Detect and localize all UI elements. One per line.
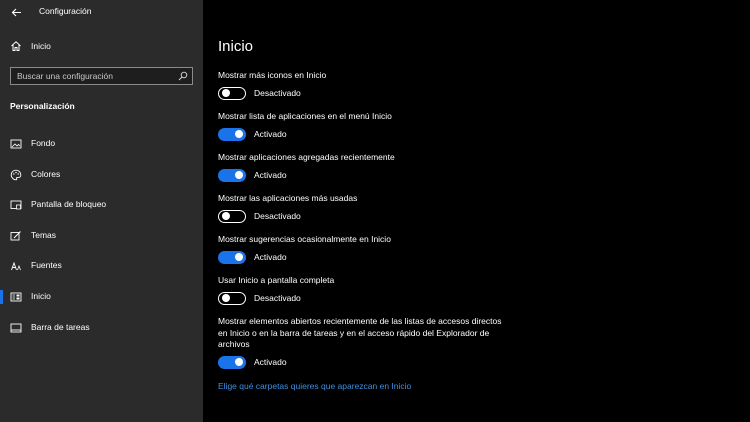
- font-icon: [11, 262, 21, 271]
- sidebar-item-barra-de-tareas[interactable]: Barra de tareas: [0, 313, 203, 344]
- toggle-switch[interactable]: [218, 355, 246, 369]
- choose-folders-link[interactable]: Elige qué carpetas quieres que aparezcan…: [218, 381, 411, 391]
- toggle-row: Desactivado: [218, 86, 518, 101]
- toggle-row: Activado: [218, 127, 518, 142]
- search-icon: [178, 71, 188, 81]
- setting-recent-items: Mostrar elementos abiertos recientemente…: [218, 316, 508, 370]
- toggle-switch[interactable]: [218, 86, 246, 100]
- home-icon: [11, 41, 21, 51]
- title-bar: Configuración: [0, 0, 203, 24]
- main-panel: Inicio Mostrar más iconos en Inicio Desa…: [203, 0, 750, 422]
- toggle-row: Desactivado: [218, 209, 518, 224]
- section-title: Personalización: [10, 101, 75, 111]
- sidebar-item-pantalla-de-bloqueo[interactable]: Pantalla de bloqueo: [0, 190, 203, 221]
- setting-full-screen: Usar Inicio a pantalla completa Desactiv…: [218, 275, 518, 306]
- toggle-knob: [221, 212, 230, 220]
- sidebar-item-label: Inicio: [31, 290, 51, 301]
- sidebar-item-label: Pantalla de bloqueo: [31, 199, 107, 210]
- toggle-switch[interactable]: [218, 291, 246, 305]
- setting-label: Mostrar las aplicaciones más usadas: [218, 193, 358, 203]
- toggle-row: Activado: [218, 168, 518, 183]
- sidebar-home[interactable]: Inicio: [0, 37, 203, 57]
- back-button[interactable]: [8, 4, 24, 20]
- setting-suggestions: Mostrar sugerencias ocasionalmente en In…: [218, 234, 518, 265]
- start-menu-icon: [10, 292, 22, 302]
- page-title: Inicio: [218, 38, 254, 55]
- toggle-row: Desactivado: [218, 291, 518, 306]
- setting-recent-apps: Mostrar aplicaciones agregadas recientem…: [218, 152, 518, 183]
- sidebar-home-label: Inicio: [31, 41, 51, 51]
- toggle-knob: [235, 171, 243, 179]
- toggle-knob: [221, 89, 230, 97]
- sidebar-nav: Fondo Colores Pantalla de bloqueo Temas …: [0, 129, 203, 343]
- toggle-knob: [235, 358, 243, 366]
- toggle-state: Activado: [254, 356, 287, 367]
- sidebar-item-label: Colores: [31, 168, 61, 179]
- toggle-switch[interactable]: [218, 209, 246, 223]
- toggle-knob: [221, 294, 230, 302]
- toggle-state: Activado: [254, 251, 287, 262]
- image-icon: [10, 139, 22, 149]
- sidebar-item-temas[interactable]: Temas: [0, 221, 203, 252]
- toggle-row: Activado: [218, 250, 518, 265]
- setting-label: Mostrar aplicaciones agregadas recientem…: [218, 152, 395, 162]
- toggle-switch[interactable]: [218, 168, 246, 182]
- sidebar-item-inicio[interactable]: Inicio: [0, 282, 203, 313]
- sidebar-item-label: Fuentes: [31, 260, 62, 271]
- setting-more-icons: Mostrar más iconos en Inicio Desactivado: [218, 70, 518, 101]
- search-input[interactable]: [17, 70, 167, 82]
- brush-icon: [10, 230, 21, 241]
- back-arrow-icon: [11, 8, 21, 16]
- toggle-state: Desactivado: [254, 210, 301, 221]
- search-box[interactable]: [10, 67, 193, 85]
- lock-screen-icon: [10, 200, 22, 210]
- setting-most-used: Mostrar las aplicaciones más usadas Desa…: [218, 193, 518, 224]
- toggle-row: Activado: [218, 355, 508, 370]
- app-title: Configuración: [39, 6, 92, 16]
- toggle-state: Activado: [254, 169, 287, 180]
- setting-app-list: Mostrar lista de aplicaciones en el menú…: [218, 111, 518, 142]
- toggle-state: Desactivado: [254, 292, 301, 303]
- toggle-switch[interactable]: [218, 127, 246, 141]
- setting-label: Usar Inicio a pantalla completa: [218, 275, 335, 285]
- setting-label: Mostrar elementos abiertos recientemente…: [218, 316, 502, 349]
- palette-icon: [10, 169, 22, 180]
- sidebar-item-fondo[interactable]: Fondo: [0, 129, 203, 160]
- sidebar: Configuración Inicio Personalización Fon…: [0, 0, 203, 422]
- sidebar-item-label: Barra de tareas: [31, 321, 90, 332]
- toggle-knob: [235, 130, 243, 138]
- toggle-state: Activado: [254, 128, 287, 139]
- sidebar-item-label: Temas: [31, 229, 57, 240]
- sidebar-item-label: Fondo: [31, 138, 56, 148]
- setting-label: Mostrar lista de aplicaciones en el menú…: [218, 111, 392, 121]
- sidebar-item-fuentes[interactable]: Fuentes: [0, 251, 203, 282]
- setting-label: Mostrar sugerencias ocasionalmente en In…: [218, 234, 391, 244]
- selection-indicator: [0, 289, 3, 304]
- toggle-switch[interactable]: [218, 250, 246, 264]
- setting-label: Mostrar más iconos en Inicio: [218, 70, 327, 80]
- toggle-state: Desactivado: [254, 87, 301, 98]
- taskbar-icon: [10, 323, 22, 333]
- toggle-knob: [235, 253, 243, 261]
- sidebar-item-colores[interactable]: Colores: [0, 160, 203, 191]
